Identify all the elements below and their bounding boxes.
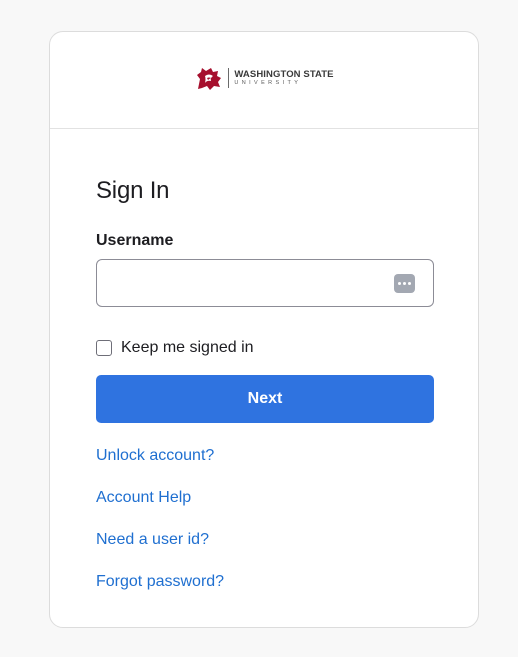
keep-signed-in-label[interactable]: Keep me signed in [121, 339, 254, 357]
card-header: WASHINGTON STATE UNIVERSITY [50, 32, 478, 129]
wsu-logo: WASHINGTON STATE UNIVERSITY [194, 65, 334, 91]
logo-divider [228, 68, 230, 88]
username-input[interactable] [97, 260, 433, 306]
unlock-account-link[interactable]: Unlock account? [96, 445, 432, 466]
keep-signed-in-row: Keep me signed in [96, 339, 432, 357]
logo-wordmark: WASHINGTON STATE UNIVERSITY [234, 70, 333, 86]
dot-icon [403, 282, 406, 285]
cougar-head-icon [197, 68, 222, 90]
need-user-id-link[interactable]: Need a user id? [96, 529, 432, 550]
password-manager-icon[interactable] [394, 274, 415, 293]
logo-line1: WASHINGTON STATE [234, 69, 334, 80]
forgot-password-link[interactable]: Forgot password? [96, 571, 432, 592]
sign-in-card: WASHINGTON STATE UNIVERSITY Sign In User… [49, 31, 479, 628]
username-field-wrapper [96, 259, 434, 307]
next-button[interactable]: Next [96, 375, 434, 423]
page-title: Sign In [96, 177, 170, 204]
logo-line2: UNIVERSITY [234, 79, 302, 86]
keep-signed-in-checkbox[interactable] [96, 340, 112, 356]
username-label: Username [96, 232, 174, 249]
help-links: Unlock account? Account Help Need a user… [96, 445, 432, 592]
dot-icon [408, 282, 411, 285]
account-help-link[interactable]: Account Help [96, 487, 432, 508]
dot-icon [398, 282, 401, 285]
card-body: Sign In Username Keep me signed in Next … [50, 177, 478, 592]
